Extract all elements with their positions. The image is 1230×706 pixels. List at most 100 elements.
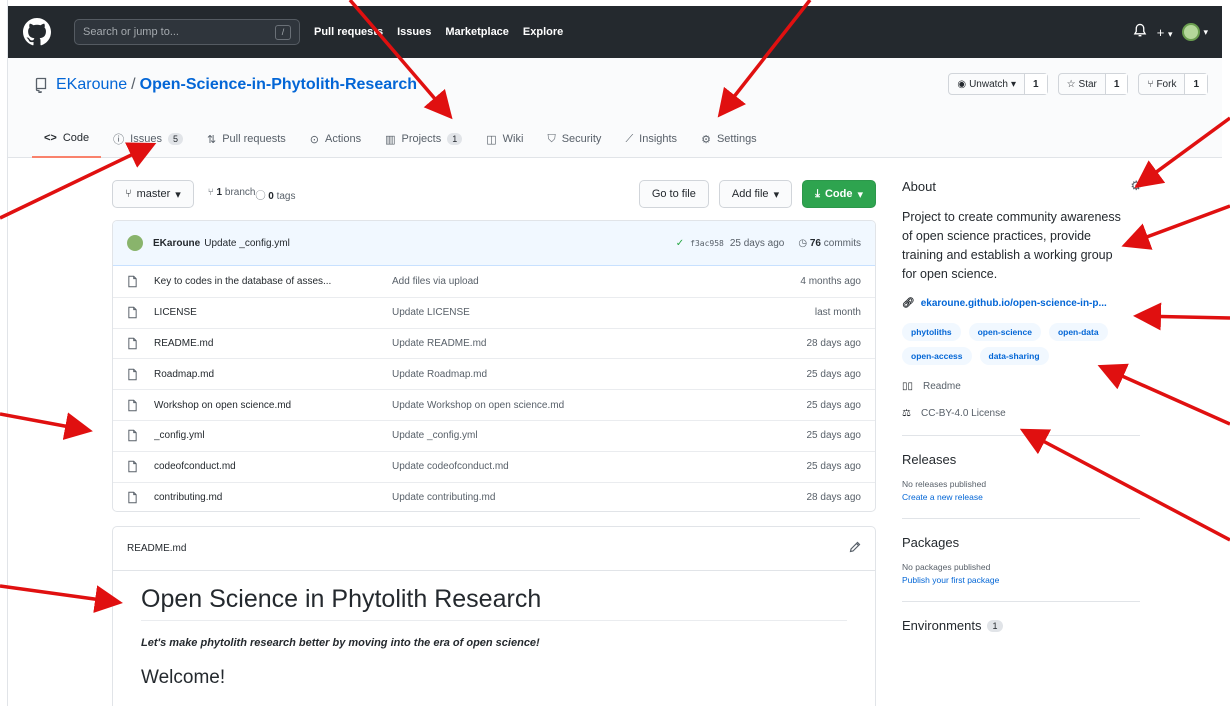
packages-title[interactable]: Packages [902, 535, 1142, 550]
github-logo-icon[interactable] [22, 17, 52, 47]
file-name-link[interactable]: Workshop on open science.md [154, 400, 374, 411]
fork-count[interactable]: 1 [1185, 74, 1207, 94]
star-icon: ☆ [1066, 78, 1076, 90]
license-link[interactable]: ⚖ CC-BY-4.0 License [902, 408, 1142, 419]
create-new-dropdown[interactable]: + ▾ [1157, 25, 1173, 40]
commit-age: 25 days ago [729, 237, 785, 249]
bell-icon[interactable] [1133, 23, 1147, 41]
tab-wiki[interactable]: ◫ Wiki [474, 120, 535, 158]
pull-request-icon: ⇅ [206, 133, 217, 146]
add-file-button[interactable]: Add file ▾ [718, 180, 793, 208]
file-name-link[interactable]: LICENSE [154, 307, 374, 318]
branches-count: 1 [216, 186, 223, 198]
tab-projects[interactable]: ▥ Projects 1 [373, 120, 474, 158]
table-row[interactable]: Roadmap.md Update Roadmap.md 25 days ago [113, 358, 875, 389]
tags-count: 0 [268, 190, 274, 202]
repo-name-link[interactable]: Open-Science-in-Phytolith-Research [140, 76, 417, 94]
star-button[interactable]: ☆ Star 1 [1057, 73, 1129, 95]
tab-settings[interactable]: ⚙ Settings [689, 120, 769, 158]
file-name-link[interactable]: _config.yml [154, 430, 374, 441]
table-row[interactable]: LICENSE Update LICENSE last month [113, 296, 875, 328]
topic-tag[interactable]: open-data [1048, 323, 1108, 341]
fork-button[interactable]: ⑂ Fork 1 [1138, 73, 1208, 95]
releases-title[interactable]: Releases [902, 452, 1142, 467]
search-input[interactable]: Search or jump to... / [74, 19, 300, 45]
file-commit-message[interactable]: Update Workshop on open science.md [392, 400, 722, 411]
fork-label: Fork [1156, 78, 1177, 90]
file-name-link[interactable]: Roadmap.md [154, 369, 374, 380]
chevron-down-icon: ▾ [1167, 28, 1173, 39]
latest-commit-bar: EKaroune Update _config.yml ✓ f3ac958 25… [113, 221, 875, 266]
nav-explore[interactable]: Explore [523, 26, 563, 38]
environments-count-badge: 1 [987, 619, 1003, 632]
unwatch-button[interactable]: ◉ Unwatch ▾ 1 [948, 73, 1048, 95]
file-name-link[interactable]: codeofconduct.md [154, 461, 374, 472]
repo-owner-link[interactable]: EKaroune [56, 76, 127, 94]
user-menu[interactable]: ▾ [1182, 23, 1208, 41]
tags-link[interactable]: ⃝ 0 tags [265, 187, 295, 202]
unwatch-label: Unwatch [969, 78, 1008, 90]
table-row[interactable]: README.md Update README.md 28 days ago [113, 327, 875, 359]
gear-icon[interactable]: ⚙ [1130, 178, 1142, 194]
file-commit-message[interactable]: Update codeofconduct.md [392, 461, 722, 472]
tab-label: Issues [130, 133, 162, 145]
divider [902, 518, 1140, 519]
branches-link[interactable]: ⑂ 1 branch [208, 187, 256, 202]
code-button[interactable]: ⤓ Code ▾ [802, 180, 876, 208]
commit-author[interactable]: EKaroune [153, 238, 200, 249]
nav-issues[interactable]: Issues [397, 26, 431, 38]
branch-name: master [136, 188, 171, 200]
pencil-icon[interactable] [849, 541, 861, 556]
file-commit-message[interactable]: Update README.md [392, 338, 722, 349]
nav-marketplace[interactable]: Marketplace [445, 26, 509, 38]
global-header: Search or jump to... / Pull requests Iss… [8, 6, 1222, 58]
create-release-link[interactable]: Create a new release [902, 492, 1142, 502]
tab-actions[interactable]: ⊙ Actions [298, 120, 373, 158]
tab-security[interactable]: ⛉ Security [535, 120, 613, 158]
table-row[interactable]: contributing.md Update contributing.md 28 … [113, 481, 875, 511]
watch-count[interactable]: 1 [1025, 74, 1047, 94]
topic-tag[interactable]: open-science [968, 323, 1041, 341]
topic-tag[interactable]: open-access [902, 347, 972, 365]
file-commit-message[interactable]: Add files via upload [392, 276, 722, 287]
tab-code[interactable]: <> Code [32, 120, 102, 158]
file-age: 28 days ago [806, 337, 862, 349]
table-row[interactable]: Key to codes in the database of asses...… [113, 266, 875, 297]
star-count[interactable]: 1 [1105, 74, 1128, 94]
chevron-down-icon: ▾ [773, 188, 780, 201]
publish-package-link[interactable]: Publish your first package [902, 575, 1142, 585]
file-name-link[interactable]: README.md [154, 338, 374, 349]
file-commit-message[interactable]: Update _config.yml [392, 430, 722, 441]
table-row[interactable]: codeofconduct.md Update codeofconduct.md 2… [113, 450, 875, 482]
commit-sha[interactable]: f3ac958 [690, 239, 724, 248]
file-name-link[interactable]: Key to codes in the database of asses... [154, 276, 374, 287]
commits-label: commits [823, 237, 861, 249]
tab-pull-requests[interactable]: ⇅ Pull requests [195, 120, 298, 158]
avatar [1182, 23, 1201, 41]
file-name-link[interactable]: contributing.md [154, 492, 374, 503]
commits-link[interactable]: ◷ 76 commits [798, 238, 861, 249]
go-to-file-button[interactable]: Go to file [638, 180, 709, 208]
table-row[interactable]: _config.yml Update _config.yml 25 days ago [113, 419, 875, 451]
file-commit-message[interactable]: Update LICENSE [392, 307, 722, 318]
tab-label: Pull requests [222, 133, 286, 145]
branch-select-button[interactable]: ⑂ master ▾ [112, 180, 194, 208]
topics-list: phytoliths open-science open-data open-a… [902, 323, 1122, 365]
readme-link[interactable]: ▯▯ Readme [902, 381, 1142, 392]
file-commit-message[interactable]: Update contributing.md [392, 492, 722, 503]
file-icon [128, 306, 137, 319]
issue-icon: ⓘ [113, 134, 125, 146]
law-icon: ⚖ [902, 408, 911, 419]
commit-message[interactable]: Update _config.yml [204, 238, 290, 249]
environments-heading[interactable]: Environments 1 [902, 618, 1142, 633]
code-button-label: Code [824, 188, 853, 200]
tab-insights[interactable]: ⟋ Insights [613, 120, 689, 158]
tab-issues[interactable]: ⓘ Issues 5 [101, 120, 195, 158]
file-commit-message[interactable]: Update Roadmap.md [392, 369, 722, 380]
chevron-down-icon: ▾ [857, 188, 863, 201]
table-row[interactable]: Workshop on open science.md Update Worksh… [113, 389, 875, 420]
nav-pull-requests[interactable]: Pull requests [314, 26, 383, 38]
topic-tag[interactable]: phytoliths [902, 323, 961, 341]
homepage-link[interactable]: 🔗︎ ekaroune.github.io/open-science-in-p.… [902, 298, 1142, 309]
topic-tag[interactable]: data-sharing [979, 347, 1049, 365]
